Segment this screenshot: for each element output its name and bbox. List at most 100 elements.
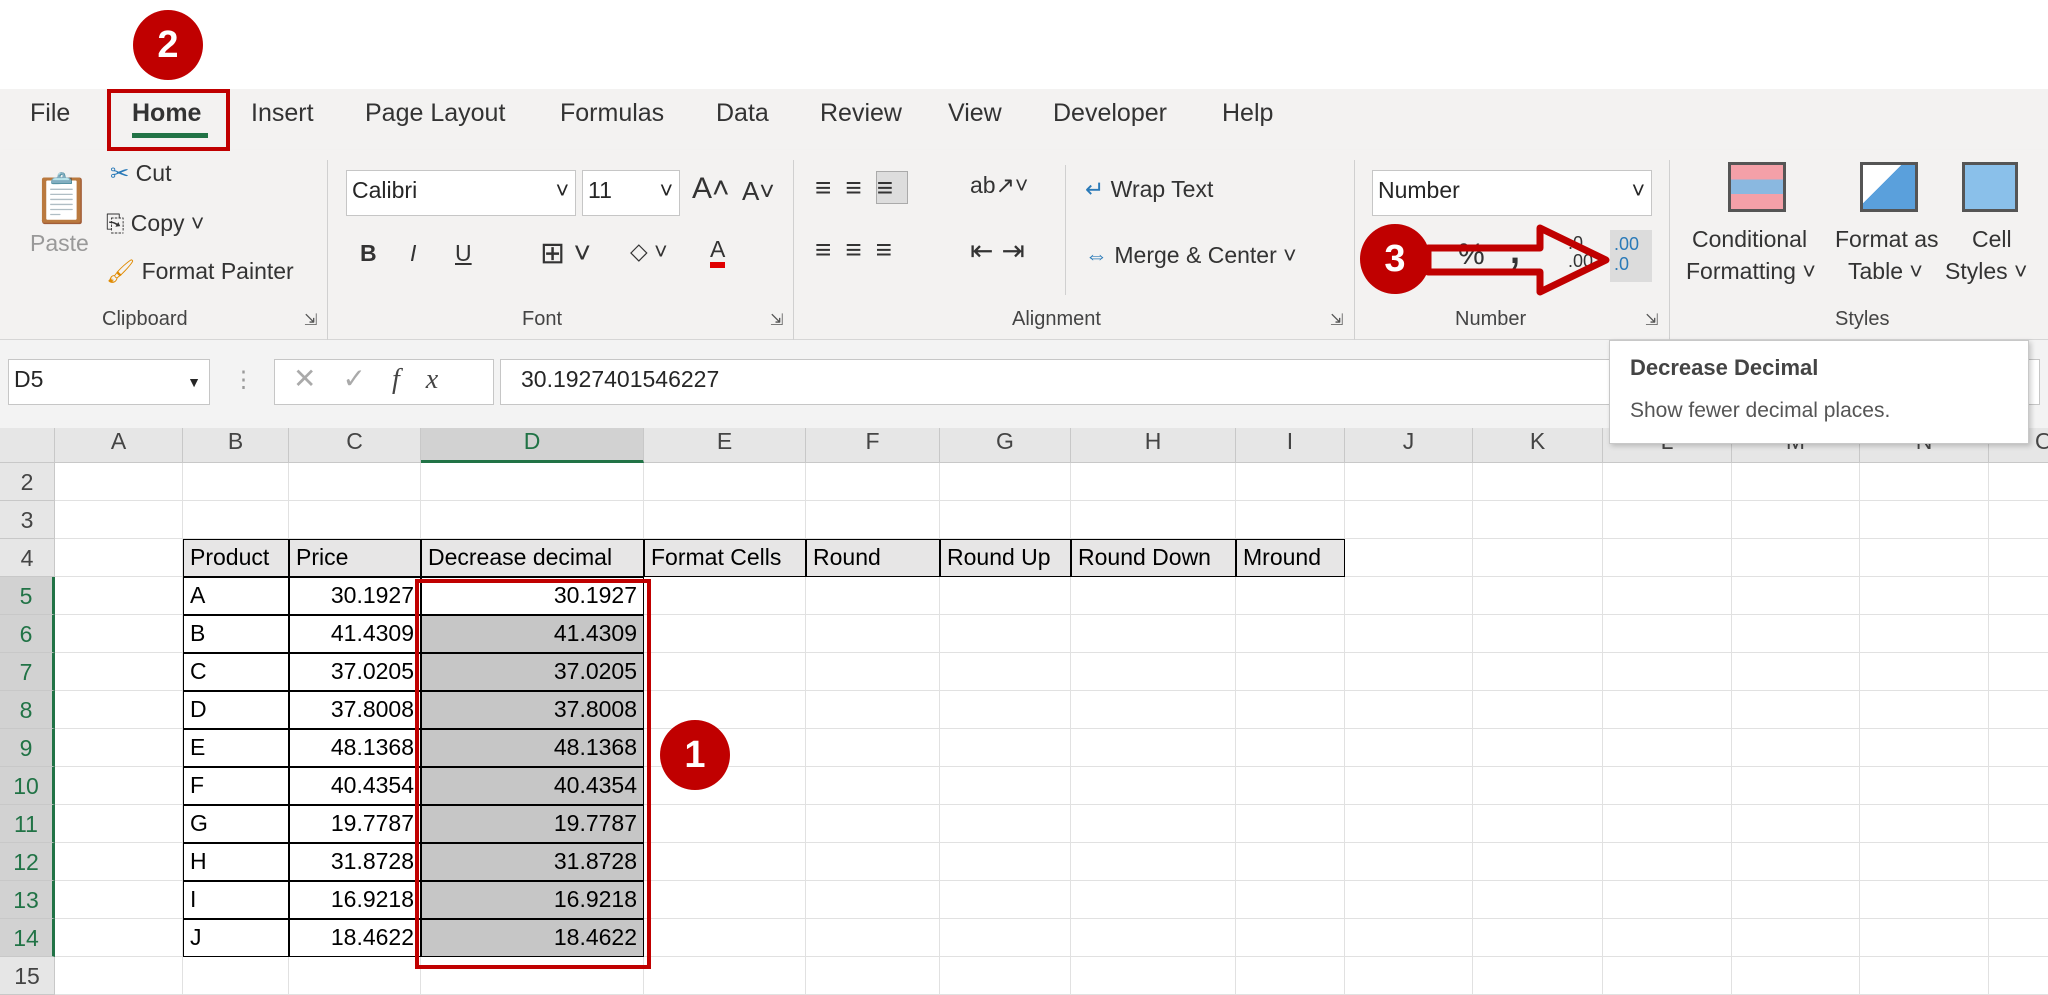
cell-I8[interactable] [1236, 691, 1345, 729]
cell-E15[interactable] [644, 957, 806, 995]
cell-M4[interactable] [1732, 539, 1860, 577]
cell-A5[interactable] [55, 577, 183, 615]
row-header-13[interactable]: 13 [0, 881, 55, 919]
tab-developer[interactable]: Developer [1053, 99, 1167, 128]
row-header-7[interactable]: 7 [0, 653, 55, 691]
cell-B9[interactable]: E [183, 729, 289, 767]
cell-J8[interactable] [1345, 691, 1473, 729]
cell-L11[interactable] [1603, 805, 1732, 843]
name-box[interactable]: D5 ▼ [8, 359, 210, 405]
cell-K10[interactable] [1473, 767, 1603, 805]
cell-B3[interactable] [183, 501, 289, 539]
vertical-align-buttons[interactable]: ≡≡≡ [815, 171, 909, 204]
cell-G10[interactable] [940, 767, 1071, 805]
cell-N15[interactable] [1860, 957, 1989, 995]
cell-L6[interactable] [1603, 615, 1732, 653]
cell-G12[interactable] [940, 843, 1071, 881]
cell-D3[interactable] [421, 501, 644, 539]
cell-I5[interactable] [1236, 577, 1345, 615]
cell-I12[interactable] [1236, 843, 1345, 881]
cell-M6[interactable] [1732, 615, 1860, 653]
cell-G2[interactable] [940, 463, 1071, 501]
row-header-14[interactable]: 14 [0, 919, 55, 957]
cell-L9[interactable] [1603, 729, 1732, 767]
cell-N4[interactable] [1860, 539, 1989, 577]
cell-H6[interactable] [1071, 615, 1236, 653]
fill-color-icon[interactable]: ◇ ˅ [630, 238, 668, 265]
cell-J15[interactable] [1345, 957, 1473, 995]
cell-G4[interactable]: Round Up [940, 539, 1071, 577]
cell-C12[interactable]: 31.8728 [289, 843, 421, 881]
cell-K4[interactable] [1473, 539, 1603, 577]
cell-N2[interactable] [1860, 463, 1989, 501]
cell-J3[interactable] [1345, 501, 1473, 539]
orientation-icon[interactable]: ab↗˅ [970, 172, 1028, 199]
cell-N6[interactable] [1860, 615, 1989, 653]
cell-E12[interactable] [644, 843, 806, 881]
cell-K3[interactable] [1473, 501, 1603, 539]
cell-K7[interactable] [1473, 653, 1603, 691]
italic-button[interactable]: I [410, 240, 416, 267]
cell-I10[interactable] [1236, 767, 1345, 805]
cell-G6[interactable] [940, 615, 1071, 653]
cell-B14[interactable]: J [183, 919, 289, 957]
cell-H12[interactable] [1071, 843, 1236, 881]
cell-J10[interactable] [1345, 767, 1473, 805]
cell-F4[interactable]: Round [806, 539, 940, 577]
cell-A13[interactable] [55, 881, 183, 919]
cell-G15[interactable] [940, 957, 1071, 995]
cell-L15[interactable] [1603, 957, 1732, 995]
cell-M5[interactable] [1732, 577, 1860, 615]
decrease-font-size-button[interactable]: A˅ [742, 176, 775, 207]
column-header-G[interactable]: G [940, 428, 1071, 463]
cell-L3[interactable] [1603, 501, 1732, 539]
cell-J5[interactable] [1345, 577, 1473, 615]
cell-F5[interactable] [806, 577, 940, 615]
cell-H13[interactable] [1071, 881, 1236, 919]
cell-J14[interactable] [1345, 919, 1473, 957]
cell-L14[interactable] [1603, 919, 1732, 957]
tab-page-layout[interactable]: Page Layout [365, 99, 505, 128]
cell-A15[interactable] [55, 957, 183, 995]
cut-button[interactable]: ✂ Cut [110, 160, 171, 187]
cell-A3[interactable] [55, 501, 183, 539]
cell-F11[interactable] [806, 805, 940, 843]
cell-H7[interactable] [1071, 653, 1236, 691]
column-header-B[interactable]: B [183, 428, 289, 463]
cell-A2[interactable] [55, 463, 183, 501]
cell-F10[interactable] [806, 767, 940, 805]
cancel-icon[interactable]: ✕ [293, 363, 342, 394]
cell-B8[interactable]: D [183, 691, 289, 729]
column-header-I[interactable]: I [1236, 428, 1345, 463]
cell-K9[interactable] [1473, 729, 1603, 767]
cell-I4[interactable]: Mround [1236, 539, 1345, 577]
cell-L4[interactable] [1603, 539, 1732, 577]
cell-O6[interactable] [1989, 615, 2048, 653]
cell-F13[interactable] [806, 881, 940, 919]
cell-B6[interactable]: B [183, 615, 289, 653]
cell-D4[interactable]: Decrease decimal [421, 539, 644, 577]
row-header-3[interactable]: 3 [0, 501, 55, 539]
cell-O7[interactable] [1989, 653, 2048, 691]
cell-G8[interactable] [940, 691, 1071, 729]
cell-O2[interactable] [1989, 463, 2048, 501]
cell-G14[interactable] [940, 919, 1071, 957]
cell-K15[interactable] [1473, 957, 1603, 995]
tab-data[interactable]: Data [716, 99, 769, 128]
row-header-5[interactable]: 5 [0, 577, 55, 615]
cell-B2[interactable] [183, 463, 289, 501]
indent-buttons[interactable]: ⇤⇥ [970, 234, 1033, 267]
cell-G7[interactable] [940, 653, 1071, 691]
cell-H15[interactable] [1071, 957, 1236, 995]
cell-L5[interactable] [1603, 577, 1732, 615]
column-header-J[interactable]: J [1345, 428, 1473, 463]
cell-C9[interactable]: 48.1368 [289, 729, 421, 767]
cell-A14[interactable] [55, 919, 183, 957]
cell-K11[interactable] [1473, 805, 1603, 843]
cell-H5[interactable] [1071, 577, 1236, 615]
increase-font-size-button[interactable]: A˄ [692, 172, 730, 206]
cell-A10[interactable] [55, 767, 183, 805]
column-header-F[interactable]: F [806, 428, 940, 463]
cell-K2[interactable] [1473, 463, 1603, 501]
cell-I14[interactable] [1236, 919, 1345, 957]
